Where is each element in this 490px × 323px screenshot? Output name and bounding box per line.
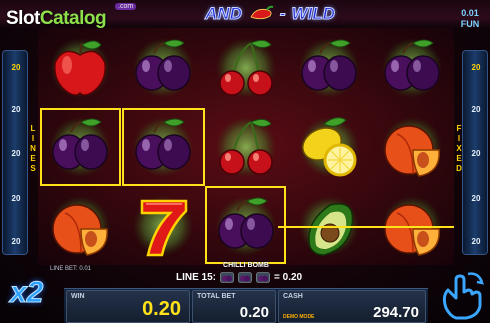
reel-symbol-seven	[121, 186, 204, 265]
plum-icon	[220, 271, 234, 283]
brand-slot: Slot	[6, 8, 40, 29]
payline	[278, 226, 454, 228]
banner-wild: WILD	[291, 4, 335, 24]
lines-label: LINES	[30, 124, 36, 173]
line-win-prefix: LINE 15:	[176, 271, 217, 283]
reel-symbol-plum	[288, 28, 371, 107]
reel-symbol-cherry	[204, 28, 287, 107]
cherry-icon	[215, 37, 276, 98]
brand-dotcom: .com	[115, 3, 137, 10]
brand-catalog: Catalog	[39, 8, 107, 29]
win-label: WIN	[71, 293, 85, 300]
reel-symbol-lemon	[288, 107, 371, 186]
reel-symbol-apple	[38, 28, 121, 107]
apple-icon	[49, 37, 110, 98]
left-rail-number[interactable]: 20	[3, 194, 29, 203]
right-rail-number[interactable]: 20	[463, 149, 489, 158]
cash-label: CASH	[283, 293, 303, 300]
demo-mode-label: DEMO MODE	[283, 314, 315, 320]
right-rail-number[interactable]: 20	[463, 105, 489, 114]
cherry-icon	[215, 116, 276, 177]
cash-value: 294.70	[373, 304, 419, 321]
peach-icon	[49, 195, 110, 256]
reel-symbol-peach	[38, 186, 121, 265]
reel-grid	[38, 28, 454, 265]
chilli-bomb-label: CHILLI BOMB	[223, 262, 269, 269]
cash-panel: CASH DEMO MODE 294.70	[278, 290, 426, 323]
plum-icon	[132, 116, 193, 177]
reel-symbol-plum	[204, 186, 287, 265]
reel-symbol-cherry	[204, 107, 287, 186]
banner-dash: -	[279, 4, 286, 24]
plum-icon	[256, 271, 270, 283]
reel-symbol-peach	[371, 107, 454, 186]
game-title-banner: AND - WILD	[160, 3, 380, 25]
left-rail-number[interactable]: 20	[3, 149, 29, 158]
right-rail-number[interactable]: 20	[463, 63, 489, 72]
plum-icon	[132, 37, 193, 98]
reel-symbol-plum	[38, 107, 121, 186]
reel-symbol-plum	[121, 107, 204, 186]
denomination-value: 0.01	[461, 8, 479, 18]
plum-icon	[382, 37, 443, 98]
right-lines-rail: 20 20 20 20 20	[462, 50, 488, 255]
top-banner: SlotCatalog .com AND - WILD 0.01 FUN	[0, 0, 490, 30]
banner-and: AND	[205, 4, 243, 24]
peach-icon	[382, 116, 443, 177]
plum-icon	[238, 271, 252, 283]
total-bet-panel[interactable]: TOTAL BET 0.20	[192, 290, 276, 323]
left-rail-number[interactable]: 20	[3, 105, 29, 114]
plum-icon	[215, 195, 276, 256]
reel-symbol-plum	[121, 28, 204, 107]
hand-spin-icon[interactable]	[438, 268, 486, 320]
right-rail-number[interactable]: 20	[463, 237, 489, 246]
total-bet-label: TOTAL BET	[197, 293, 236, 300]
slot-game-screen: SlotCatalog .com AND - WILD 0.01 FUN 20 …	[0, 0, 490, 323]
chili-pepper-icon	[250, 5, 274, 20]
fixed-label: FIXED	[456, 124, 462, 173]
plum-icon	[49, 116, 110, 177]
left-rail-number[interactable]: 20	[3, 237, 29, 246]
denomination-selector[interactable]: 0.01 FUN	[454, 8, 486, 30]
reel-symbol-plum	[371, 28, 454, 107]
left-rail-number[interactable]: 20	[3, 63, 29, 72]
denomination-currency: FUN	[460, 19, 480, 29]
left-lines-rail: 20 20 20 20 20	[2, 50, 28, 255]
line-win-info: LINE 15: = 0.20	[176, 270, 302, 284]
line-bet-text: LINE BET: 0.01	[50, 266, 92, 272]
multiplier-badge: x2	[9, 276, 44, 310]
lemon-icon	[299, 116, 360, 177]
right-rail-number[interactable]: 20	[463, 194, 489, 203]
seven-icon	[132, 195, 193, 256]
plum-icon	[299, 37, 360, 98]
total-bet-value: 0.20	[239, 304, 269, 321]
line-win-suffix: = 0.20	[274, 271, 303, 283]
win-panel: WIN 0.20	[66, 290, 190, 323]
slotcatalog-watermark: SlotCatalog	[6, 8, 107, 30]
win-value: 0.20	[142, 298, 181, 320]
